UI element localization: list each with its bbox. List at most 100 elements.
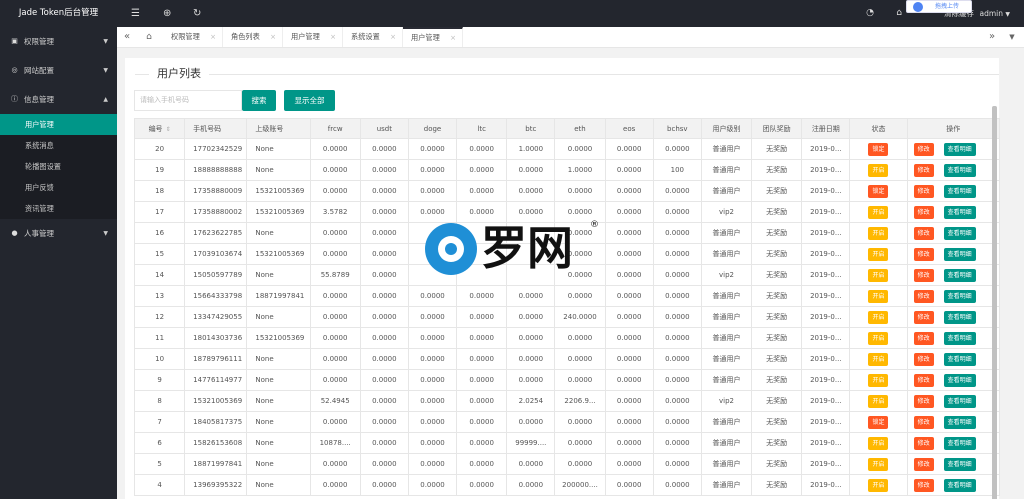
edit-button[interactable]: 修改 — [913, 478, 934, 492]
tab-users-active[interactable]: 用户管理 × — [403, 27, 463, 47]
view-detail-button[interactable]: 查看明细 — [943, 268, 976, 282]
table-cell: 无奖励 — [751, 264, 803, 286]
edit-button[interactable]: 修改 — [913, 184, 934, 198]
lock-status-button[interactable]: 锁定 — [868, 142, 889, 156]
table-cell: 普通用户 — [700, 432, 753, 454]
sidebar-group-hr[interactable]: ● 人事管理 ▼ — [0, 219, 117, 248]
open-status-button[interactable]: 开启 — [868, 478, 889, 492]
edit-button[interactable]: 修改 — [913, 289, 934, 303]
view-detail-button[interactable]: 查看明细 — [943, 247, 976, 261]
sidebar-item-carousel-settings[interactable]: 轮播图设置 — [0, 156, 117, 177]
tab-users[interactable]: 用户管理 × — [283, 27, 343, 47]
table-cell: 无奖励 — [751, 411, 803, 433]
view-detail-button[interactable]: 查看明细 — [943, 352, 976, 366]
chevron-down-icon[interactable]: ▼ — [1002, 27, 1022, 47]
view-detail-button[interactable]: 查看明细 — [943, 373, 976, 387]
edit-button[interactable]: 修改 — [913, 226, 934, 240]
view-detail-button[interactable]: 查看明细 — [943, 226, 976, 240]
home-icon[interactable]: ⌂ — [139, 27, 159, 47]
edit-button[interactable]: 修改 — [913, 142, 934, 156]
table-cell: 0.0000 — [456, 432, 508, 454]
table-cell: 12 — [133, 306, 186, 328]
open-status-button[interactable]: 开启 — [868, 352, 889, 366]
edit-button[interactable]: 修改 — [913, 331, 934, 345]
open-status-button[interactable]: 开启 — [868, 289, 889, 303]
close-icon[interactable]: × — [270, 27, 276, 47]
view-detail-button[interactable]: 查看明细 — [943, 163, 976, 177]
globe-icon[interactable]: ⊕ — [163, 0, 171, 27]
open-status-button[interactable]: 开启 — [868, 457, 889, 471]
view-detail-button[interactable]: 查看明细 — [943, 205, 976, 219]
scrollbar-thumb[interactable] — [992, 106, 997, 499]
table-cell: 0.0000 — [407, 369, 458, 391]
tag-icon[interactable]: ⌂ — [896, 0, 902, 27]
close-icon[interactable]: × — [390, 27, 396, 47]
view-detail-button[interactable]: 查看明细 — [943, 184, 976, 198]
scrollbar[interactable] — [992, 106, 997, 499]
view-detail-button[interactable]: 查看明细 — [943, 310, 976, 324]
theme-icon[interactable]: ◔ — [866, 0, 874, 27]
sidebar-item-system-messages[interactable]: 系统消息 — [0, 135, 117, 156]
search-button[interactable]: 搜索 — [242, 90, 276, 111]
menu-toggle-icon[interactable]: ☰ — [131, 0, 140, 27]
edit-button[interactable]: 修改 — [913, 247, 934, 261]
table-cell: 0.0000 — [309, 453, 361, 475]
open-status-button[interactable]: 开启 — [868, 310, 889, 324]
view-detail-button[interactable]: 查看明细 — [943, 289, 976, 303]
edit-button[interactable]: 修改 — [913, 352, 934, 366]
open-status-button[interactable]: 开启 — [868, 268, 889, 282]
edit-button[interactable]: 修改 — [913, 436, 934, 450]
close-icon[interactable]: × — [450, 29, 456, 47]
sidebar-item-user-management[interactable]: 用户管理 — [0, 114, 117, 135]
table-cell: 0.0000 — [456, 285, 508, 307]
sort-icon[interactable]: ⇕ — [166, 126, 171, 133]
edit-button[interactable]: 修改 — [913, 415, 934, 429]
open-status-button[interactable]: 开启 — [868, 226, 889, 240]
open-status-button[interactable]: 开启 — [868, 394, 889, 408]
lock-status-button[interactable]: 锁定 — [868, 415, 889, 429]
edit-button[interactable]: 修改 — [913, 394, 934, 408]
sidebar-item-user-feedback[interactable]: 用户反馈 — [0, 177, 117, 198]
open-status-button[interactable]: 开启 — [868, 205, 889, 219]
tab-roles[interactable]: 角色列表 × — [223, 27, 283, 47]
edit-button[interactable]: 修改 — [913, 373, 934, 387]
column-header[interactable]: 编号 ⇕ — [133, 118, 186, 139]
edit-button[interactable]: 修改 — [913, 457, 934, 471]
table-cell: 无奖励 — [751, 348, 803, 370]
view-detail-button[interactable]: 查看明细 — [943, 478, 976, 492]
tabs-next-icon[interactable]: » — [982, 27, 1002, 47]
sidebar-group-site-config[interactable]: ◎ 网站配置 ▼ — [0, 56, 117, 85]
phone-search-input[interactable]: 请输入手机号码 — [134, 90, 242, 111]
table-cell: 0.0000 — [309, 285, 361, 307]
edit-button[interactable]: 修改 — [913, 310, 934, 324]
open-status-button[interactable]: 开启 — [868, 373, 889, 387]
tabs-prev-icon[interactable]: « — [117, 27, 137, 47]
open-status-button[interactable]: 开启 — [868, 163, 889, 177]
sidebar-item-news-management[interactable]: 资讯管理 — [0, 198, 117, 219]
table-cell: 0.0000 — [506, 180, 556, 202]
upload-badge[interactable]: 拖拽上传 — [906, 0, 972, 13]
open-status-button[interactable]: 开启 — [868, 436, 889, 450]
sidebar-group-info[interactable]: ⓘ 信息管理 ▲ — [0, 85, 117, 114]
edit-button[interactable]: 修改 — [913, 205, 934, 219]
refresh-icon[interactable]: ↻ — [193, 0, 201, 27]
edit-button[interactable]: 修改 — [913, 268, 934, 282]
edit-button[interactable]: 修改 — [913, 163, 934, 177]
close-icon[interactable]: × — [210, 27, 216, 47]
tab-system-settings[interactable]: 系统设置 × — [343, 27, 403, 47]
admin-menu[interactable]: admin ▼ — [979, 0, 1010, 28]
sidebar-group-permissions[interactable]: ▣ 权限管理 ▼ — [0, 27, 117, 56]
view-detail-button[interactable]: 查看明细 — [943, 394, 976, 408]
view-detail-button[interactable]: 查看明细 — [943, 142, 976, 156]
open-status-button[interactable]: 开启 — [868, 331, 889, 345]
view-detail-button[interactable]: 查看明细 — [943, 331, 976, 345]
show-all-button[interactable]: 显示全部 — [284, 90, 335, 111]
tab-permissions[interactable]: 权限管理 × — [163, 27, 223, 47]
close-icon[interactable]: × — [330, 27, 336, 47]
view-detail-button[interactable]: 查看明细 — [943, 415, 976, 429]
view-detail-button[interactable]: 查看明细 — [943, 436, 976, 450]
view-detail-button[interactable]: 查看明细 — [943, 457, 976, 471]
lock-status-button[interactable]: 锁定 — [868, 184, 889, 198]
table-cell: 0.0000 — [359, 348, 409, 370]
open-status-button[interactable]: 开启 — [868, 247, 889, 261]
